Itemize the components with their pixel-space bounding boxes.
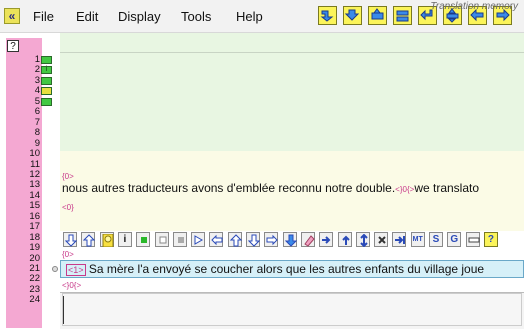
line-number: 11 xyxy=(30,158,40,170)
arrow-down-icon[interactable] xyxy=(63,232,77,247)
move-vertical-icon[interactable] xyxy=(355,232,370,247)
gray-square-icon[interactable] xyxy=(172,232,187,247)
eraser-icon[interactable] xyxy=(300,232,315,247)
line-number: 15 xyxy=(29,200,40,212)
target-inline-tag: <1> xyxy=(66,264,86,276)
line-number: 19 xyxy=(29,242,40,254)
text-caret xyxy=(63,296,64,324)
help-icon[interactable]: ? xyxy=(483,232,498,247)
green-square-icon[interactable] xyxy=(136,232,151,247)
nav-down-right-icon[interactable] xyxy=(318,6,337,25)
g-icon[interactable]: G xyxy=(447,232,462,247)
tm-header xyxy=(60,38,524,53)
source-close-tag: <0} xyxy=(62,203,74,212)
info-label: i xyxy=(123,234,127,245)
source-mid-tag: <}0{> xyxy=(395,185,415,194)
segment-status-flag[interactable] xyxy=(41,87,52,96)
nav-down-left-icon[interactable] xyxy=(343,6,362,25)
menu-display[interactable]: Display xyxy=(118,9,161,24)
source-open-tag: {0> xyxy=(62,172,74,181)
lightbulb-icon[interactable] xyxy=(99,232,114,247)
white-square-icon[interactable] xyxy=(154,232,169,247)
segment-status-flag[interactable] xyxy=(41,97,52,106)
source-segment: nous autres traducteurs avons d'emblée r… xyxy=(62,181,479,195)
segment-status-flag[interactable]: i xyxy=(41,66,52,75)
tm-title: Translation memory xyxy=(430,1,518,12)
move-right-icon[interactable] xyxy=(319,232,334,247)
nav-expand-icon[interactable] xyxy=(368,6,387,25)
help-label: ? xyxy=(487,234,494,245)
info-icon[interactable]: i xyxy=(117,232,132,247)
arrow-up-icon[interactable] xyxy=(81,232,96,247)
target-text: Sa mère l'a envoyé se coucher alors que … xyxy=(88,262,485,276)
arrow-curve-icon[interactable] xyxy=(191,232,206,247)
line-number: 2 xyxy=(34,64,40,76)
menu-help[interactable]: Help xyxy=(236,9,263,24)
target-segment[interactable]: <1> Sa mère l'a envoyé se coucher alors … xyxy=(66,262,484,276)
arrow-right-icon[interactable] xyxy=(264,232,279,247)
arrow-left-icon[interactable] xyxy=(209,232,224,247)
target-marker-icon xyxy=(52,266,58,272)
delete-icon[interactable] xyxy=(374,232,389,247)
line-number: 4 xyxy=(34,85,40,97)
source-trailing-text: we translato xyxy=(414,181,480,195)
help-button[interactable]: ? xyxy=(7,40,19,52)
segment-status-flag[interactable] xyxy=(41,56,52,64)
edit-input[interactable] xyxy=(62,293,522,326)
line-number: 17 xyxy=(29,221,40,233)
back-arrows-icon[interactable]: « xyxy=(4,8,20,24)
arrow-down-blue-icon[interactable] xyxy=(282,232,297,247)
arrow-to-icon[interactable] xyxy=(392,232,407,247)
g-label: G xyxy=(450,234,459,245)
s-label: S xyxy=(432,234,440,245)
line-number: 10 xyxy=(29,148,40,160)
mt-icon[interactable]: MT xyxy=(410,232,425,247)
arrow-down-small-icon[interactable] xyxy=(246,232,260,247)
line-number: 6 xyxy=(34,106,40,118)
s-icon[interactable]: S xyxy=(429,232,443,247)
line-number: 22 xyxy=(29,273,40,285)
menu-tools[interactable]: Tools xyxy=(181,9,211,24)
arrow-up-small-icon[interactable] xyxy=(227,232,242,247)
menu-edit[interactable]: Edit xyxy=(76,9,98,24)
nav-split-icon[interactable] xyxy=(393,6,412,25)
line-number: 24 xyxy=(29,294,40,306)
segment-status-flag[interactable] xyxy=(41,76,52,85)
mt-label: MT xyxy=(412,236,423,243)
source-text: nous autres traducteurs avons d'emblée r… xyxy=(62,181,396,195)
move-up-icon[interactable] xyxy=(337,232,352,247)
menu-file[interactable]: File xyxy=(33,9,54,24)
target-close-tag: <}0{> xyxy=(62,281,82,290)
target-open-tag: {0> xyxy=(62,250,74,259)
line-number: 13 xyxy=(29,179,40,191)
line-number: 8 xyxy=(34,127,40,139)
rect-icon[interactable] xyxy=(465,232,480,247)
